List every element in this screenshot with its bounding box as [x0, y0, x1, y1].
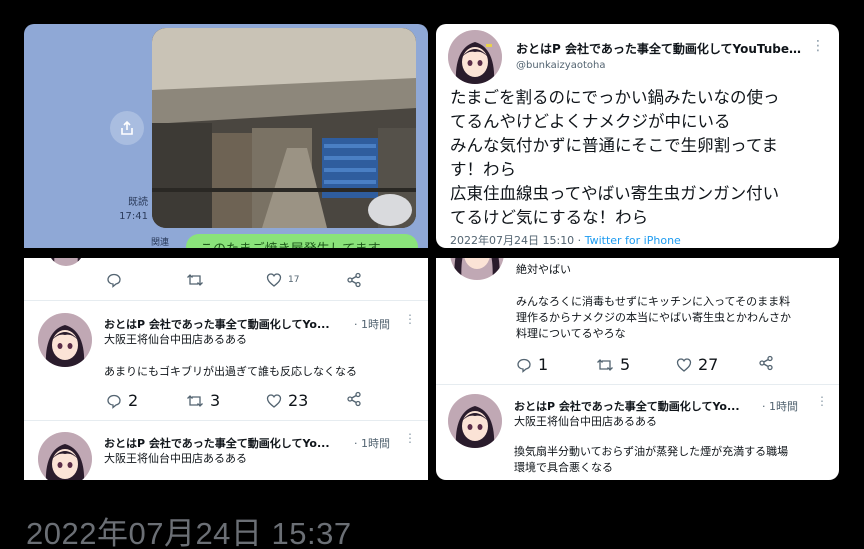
anime-avatar-icon	[448, 30, 502, 84]
retweet-icon	[187, 274, 203, 286]
author-name[interactable]: おとはP 会社であった事全て動画化してYo...	[104, 316, 330, 332]
reply-button[interactable]: 1	[516, 355, 548, 374]
reply-button[interactable]: 2	[106, 391, 138, 410]
heart-icon	[676, 357, 692, 372]
share-button[interactable]	[346, 391, 362, 407]
kitchen-photo-image	[152, 28, 416, 228]
more-icon[interactable]: ⋮	[404, 431, 416, 445]
retweet-count: 5	[620, 355, 631, 374]
share-icon	[347, 391, 361, 407]
comment-icon	[107, 394, 121, 409]
more-icon[interactable]: ⋮	[816, 394, 828, 408]
like-count: 23	[288, 391, 309, 410]
avatar[interactable]	[448, 394, 502, 448]
tweet-text: 理作るからナメクジの本当にやばい寄生虫とかわんさか	[516, 311, 791, 324]
avatar[interactable]	[48, 258, 84, 266]
reply-button[interactable]	[106, 272, 122, 288]
like-button[interactable]: 23	[266, 391, 308, 410]
retweet-button[interactable]: 3	[186, 391, 220, 410]
more-icon[interactable]: ⋮	[811, 38, 825, 54]
divider	[24, 300, 428, 301]
anime-avatar-icon	[450, 258, 504, 280]
retweet-count: 3	[210, 391, 221, 410]
share-icon	[121, 120, 133, 135]
main-tweet: おとはP 会社であった事全て動画化してYouTube… @bunkaizyaot…	[436, 24, 839, 248]
retweet-icon	[187, 394, 203, 407]
reply-count: 2	[128, 391, 139, 410]
tweet-line: てるんやけどよくナメクジが中にいる	[450, 112, 731, 131]
share-button[interactable]	[346, 272, 362, 288]
author-name[interactable]: おとはP 会社であった事全て動画化してYo...	[514, 398, 740, 414]
avatar[interactable]	[448, 30, 502, 84]
tweet-meta: 2022年07月24日 15:10 · Twitter for iPhone	[450, 232, 681, 248]
replies-left: 17 おとはP 会社であった事全て動画化してYo... · 1時間 ⋮ 大阪王将…	[24, 258, 428, 480]
avatar[interactable]	[450, 258, 504, 280]
tweet-time[interactable]: · 1時間	[354, 435, 390, 451]
tweet-line: す！わら	[450, 160, 516, 179]
anime-avatar-icon	[38, 313, 92, 367]
tweet-text: みんなろくに消毒もせずにキッチンに入ってそのまま料	[516, 295, 791, 308]
avatar[interactable]	[38, 313, 92, 367]
like-button[interactable]: 17	[266, 272, 299, 288]
like-count: 27	[698, 355, 719, 374]
tweet-line: みんな気付かずに普通にそこで生卵割ってま	[450, 136, 779, 155]
retweet-icon	[597, 358, 613, 371]
share-icon	[347, 272, 361, 288]
comment-icon	[107, 273, 121, 288]
anime-avatar-icon	[448, 394, 502, 448]
divider	[24, 420, 428, 421]
tweet-text: あまりにもゴキブリが出過ぎて誰も反応しなくなる	[104, 365, 357, 378]
chat-side-label: 関連	[151, 238, 170, 248]
divider	[436, 384, 839, 385]
reply-count: 1	[538, 355, 549, 374]
kitchen-photo[interactable]	[152, 28, 416, 228]
tweet-line: たまごを割るのにでっかい鍋みたいなの使っ	[450, 88, 780, 107]
tweet-text: 環境で具合悪くなる	[514, 461, 613, 474]
heart-icon	[266, 273, 282, 287]
chat-screenshot: 既読 17:41 関連 このたまご焼き屋発生してます	[24, 24, 428, 248]
tweet-text: 大阪王将仙台中田店あるある	[104, 452, 247, 465]
tweet-time[interactable]: · 1時間	[354, 316, 390, 332]
tweet-source[interactable]: Twitter for iPhone	[585, 234, 681, 247]
author-name[interactable]: おとはP 会社であった事全て動画化してYouTube…	[516, 40, 806, 57]
heart-icon	[266, 393, 282, 408]
replies-right: 絶対やばい みんなろくに消毒もせずにキッチンに入ってそのまま料 理作るからナメク…	[436, 258, 839, 480]
tweet-text: たまごを割るのにでっかい鍋みたいなの使っ てるんやけどよくナメクジが中にいる み…	[450, 86, 830, 230]
like-button[interactable]: 27	[676, 355, 718, 374]
chat-bubble: このたまご焼き屋発生してます	[186, 234, 418, 248]
retweet-button[interactable]: 5	[596, 355, 630, 374]
comment-icon	[517, 358, 531, 373]
tweet-time[interactable]: · 1時間	[762, 398, 798, 414]
tweet-text: 大阪王将仙台中田店あるある	[514, 415, 657, 428]
share-icon	[759, 355, 773, 371]
tweet-text: 大阪王将仙台中田店あるある	[104, 333, 247, 346]
tweet-line: てるけど気にするな！わら	[450, 208, 649, 227]
tweet-line: 広東住血線虫ってやばい寄生虫ガンガン付い	[450, 184, 780, 203]
anime-avatar-icon	[38, 432, 92, 480]
retweet-button[interactable]	[186, 272, 204, 288]
like-count: 17	[288, 275, 300, 285]
author-name[interactable]: おとはP 会社であった事全て動画化してYo...	[104, 435, 330, 451]
tweet-text: 換気扇半分動いておらず油が蒸発した煙が充満する職場	[514, 445, 789, 458]
author-handle[interactable]: @bunkaizyaotoha	[516, 60, 605, 71]
tweet-date[interactable]: 2022年07月24日 15:10 ·	[450, 234, 581, 247]
share-button[interactable]	[110, 111, 144, 145]
chat-read-meta: 既読 17:41	[119, 196, 148, 224]
post-timestamp: 2022年07月24日 15:37	[26, 516, 352, 549]
more-icon[interactable]: ⋮	[404, 312, 416, 326]
avatar[interactable]	[38, 432, 92, 480]
tweet-text: 絶対やばい	[516, 263, 571, 276]
tweet-text: 料理についてるやろな	[516, 327, 626, 340]
share-button[interactable]	[758, 355, 774, 371]
chat-time: 17:41	[119, 211, 148, 222]
read-label: 既読	[128, 197, 148, 208]
anime-avatar-icon	[48, 258, 84, 266]
